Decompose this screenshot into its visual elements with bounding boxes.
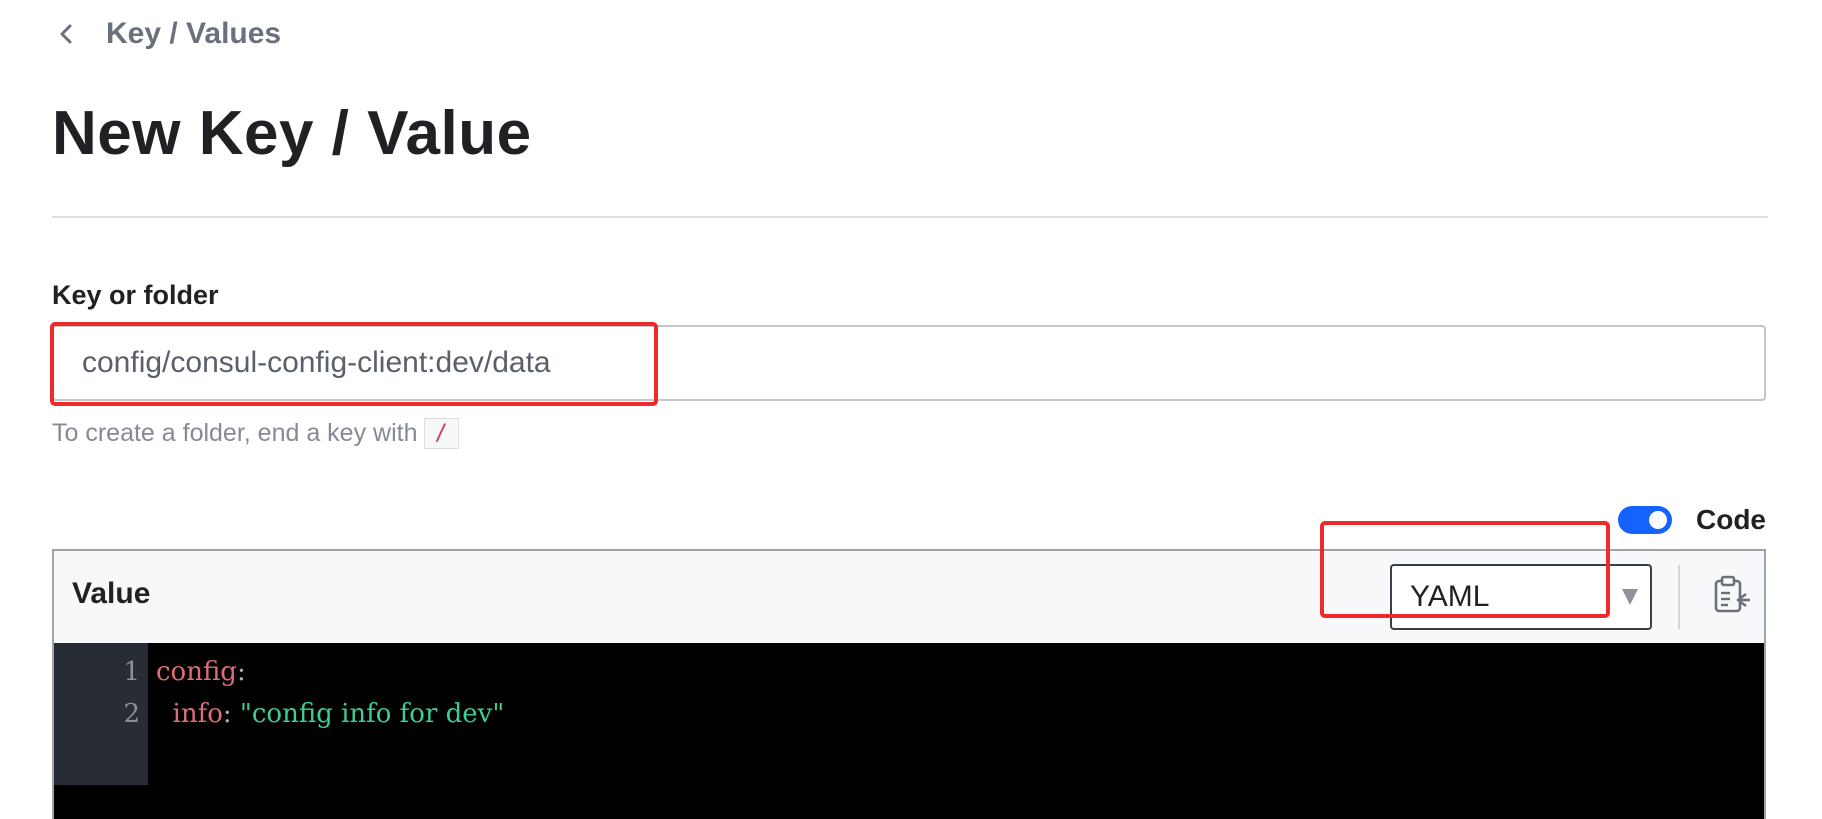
code-line-content: config: bbox=[156, 657, 246, 687]
editor-title: Value bbox=[72, 577, 151, 610]
line-number: 1 bbox=[123, 657, 140, 687]
code-toggle-label: Code bbox=[1696, 504, 1766, 535]
caret-down-icon bbox=[1622, 589, 1638, 605]
breadcrumb-back-link[interactable]: Key / Values bbox=[56, 14, 281, 54]
key-input[interactable] bbox=[54, 327, 1764, 399]
code-toggle[interactable] bbox=[1618, 506, 1672, 534]
code-line: 1 config: bbox=[54, 651, 1764, 693]
key-hint-text: To create a folder, end a key with bbox=[52, 418, 418, 447]
code-token-string: "config info for dev" bbox=[239, 699, 505, 729]
page: Key / Values New Key / Value Key or fold… bbox=[0, 0, 1822, 819]
code-line: 2 info: "config info for dev" bbox=[54, 693, 1764, 735]
key-field-label: Key or folder bbox=[52, 280, 219, 310]
code-toggle-row: Code bbox=[1618, 500, 1766, 540]
key-hint-code: / bbox=[423, 417, 459, 449]
code-token-punct: : bbox=[236, 657, 246, 687]
code-line-content: info: "config info for dev" bbox=[156, 699, 505, 729]
clipboard-copy-icon[interactable] bbox=[1708, 573, 1752, 617]
divider bbox=[52, 216, 1768, 218]
code-area[interactable]: 1 config: 2 info: "config info for dev" bbox=[54, 643, 1764, 819]
breadcrumb-label[interactable]: Key / Values bbox=[106, 17, 281, 51]
language-select-value: YAML bbox=[1410, 580, 1490, 613]
value-editor: Value YAML 1 config: 2 info: "config inf… bbox=[52, 549, 1766, 819]
chevron-left-icon bbox=[60, 24, 72, 44]
header-separator bbox=[1678, 565, 1680, 629]
language-select[interactable]: YAML bbox=[1390, 564, 1652, 630]
line-number: 2 bbox=[123, 699, 140, 729]
code-token-key: config bbox=[156, 657, 237, 687]
key-hint: To create a folder, end a key with / bbox=[52, 414, 459, 452]
code-token-key: info bbox=[156, 699, 223, 729]
editor-header: Value YAML bbox=[54, 551, 1764, 645]
toggle-knob bbox=[1649, 511, 1667, 529]
code-token-punct: : bbox=[222, 699, 240, 729]
page-title: New Key / Value bbox=[52, 99, 532, 168]
key-input-wrapper bbox=[52, 325, 1766, 401]
